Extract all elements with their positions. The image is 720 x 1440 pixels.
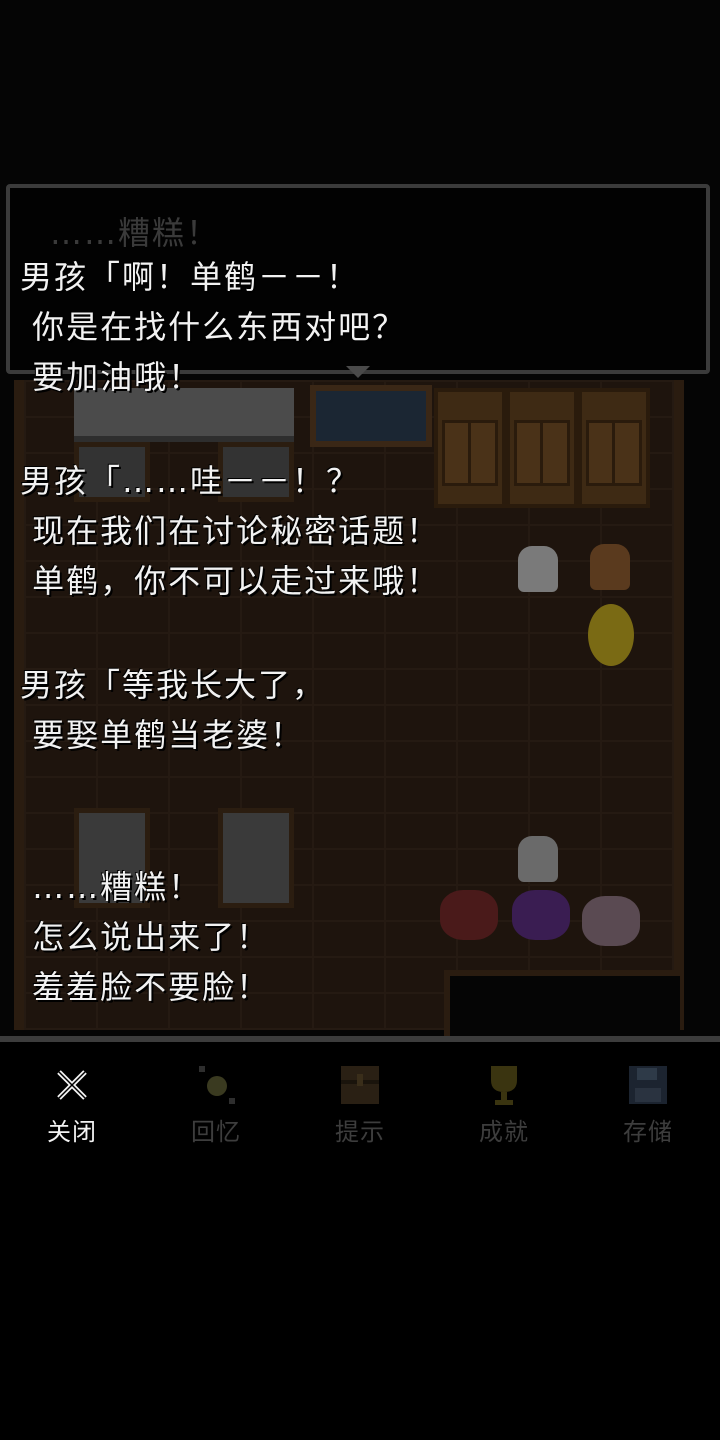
dialog-ghost-text: ……糟糕！	[50, 214, 221, 252]
hint-icon	[341, 1066, 379, 1104]
backlog-entry: 男孩「……哇－－！？ 现在我们在讨论秘密话题！ 单鹤，你不可以走过来哦！	[20, 456, 710, 606]
dialogue-backlog: 男孩「啊！单鹤－－！ 你是在找什么东西对吧？ 要加油哦！ 男孩「……哇－－！？ …	[20, 252, 710, 1012]
trophy-icon	[491, 1066, 517, 1105]
backlog-line: 你是在找什么东西对吧？	[20, 308, 407, 346]
close-label: 关闭	[47, 1118, 97, 1146]
close-icon	[57, 1070, 87, 1100]
memory-icon	[199, 1066, 235, 1104]
backlog-entry: 男孩「等我长大了， 要娶单鹤当老婆！	[20, 660, 710, 760]
memory-button[interactable]: 回忆	[144, 1048, 288, 1148]
backlog-line: 要娶单鹤当老婆！	[20, 716, 305, 754]
close-button[interactable]: 关闭	[0, 1048, 144, 1148]
backlog-line: 怎么说出来了！	[20, 918, 271, 956]
bottom-menu: 关闭 回忆 提示 成就 存储	[0, 1048, 720, 1158]
achievement-button[interactable]: 成就	[432, 1048, 576, 1148]
backlog-entry: ……糟糕！ 怎么说出来了！ 羞羞脸不要脸！	[20, 862, 710, 1012]
backlog-line: 现在我们在讨论秘密话题！	[20, 512, 441, 550]
save-button[interactable]: 存储	[576, 1048, 720, 1148]
backlog-line: ……糟糕！	[20, 868, 203, 906]
save-label: 存储	[623, 1118, 673, 1146]
backlog-line: 男孩「等我长大了，	[20, 666, 327, 704]
backlog-line: 羞羞脸不要脸！	[20, 968, 271, 1006]
backlog-line: 男孩「啊！单鹤－－！	[20, 258, 361, 296]
hint-label: 提示	[335, 1118, 385, 1146]
backlog-line: 要加油哦！	[20, 358, 203, 396]
hint-button[interactable]: 提示	[288, 1048, 432, 1148]
backlog-entry: 男孩「啊！单鹤－－！ 你是在找什么东西对吧？ 要加油哦！	[20, 252, 710, 402]
save-icon	[629, 1066, 667, 1104]
backlog-line: 单鹤，你不可以走过来哦！	[20, 562, 441, 600]
memory-label: 回忆	[191, 1118, 241, 1146]
backlog-line: 男孩「……哇－－！？	[20, 462, 361, 500]
achievement-label: 成就	[479, 1118, 529, 1146]
menu-divider	[0, 1036, 720, 1042]
